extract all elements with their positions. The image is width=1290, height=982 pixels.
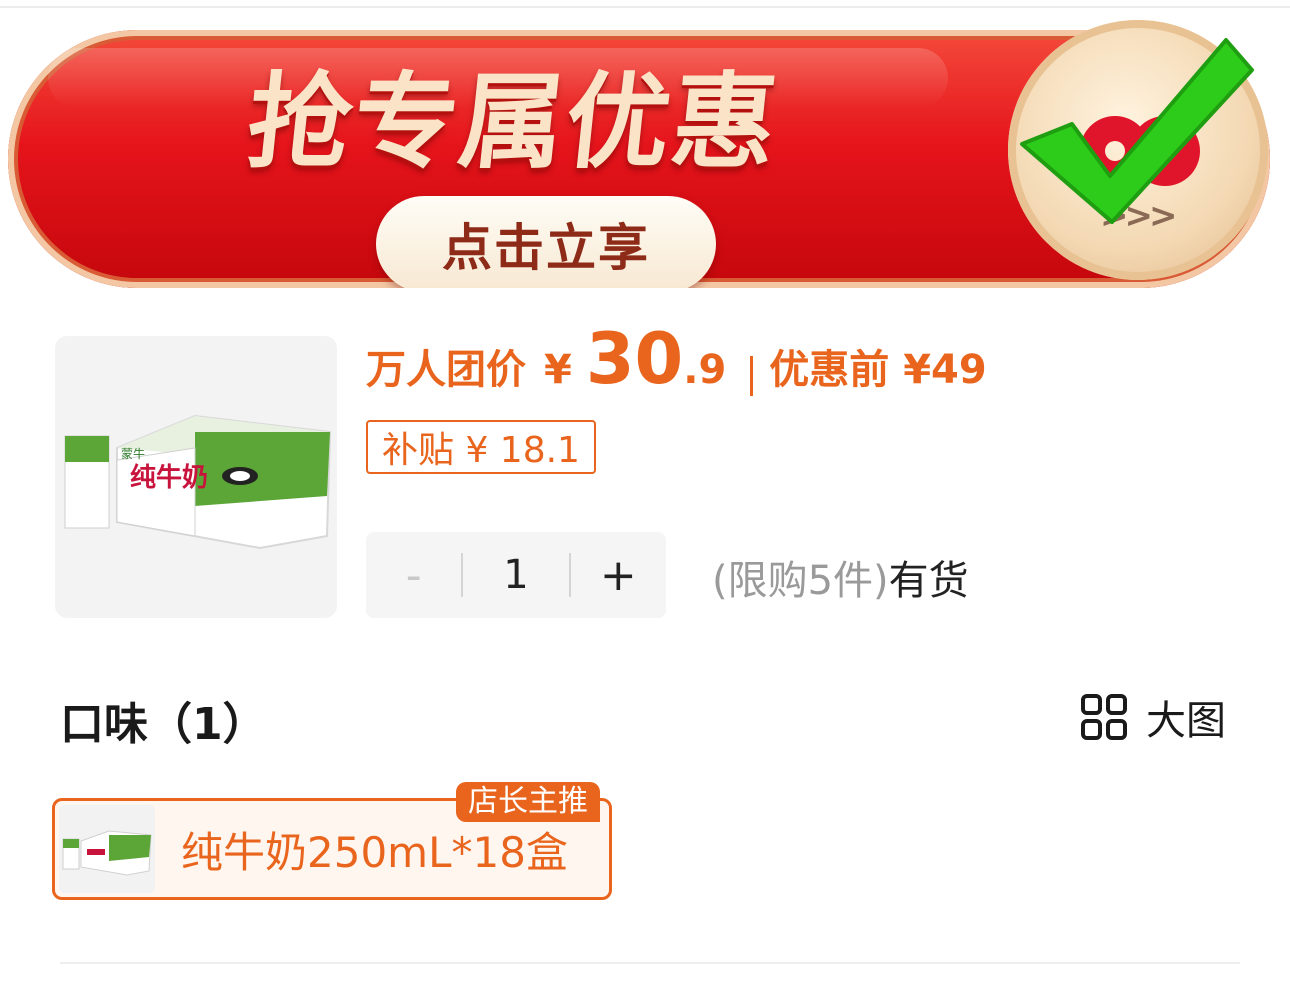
milk-box-image: 纯牛奶 蒙牛 bbox=[64, 414, 332, 550]
group-price-label: 万人团价 bbox=[366, 347, 526, 393]
claim-offer-label: 点击立享 bbox=[442, 219, 650, 277]
option-label: 纯牛奶250mL*18盒 bbox=[181, 828, 568, 877]
stock-status: 有货 bbox=[888, 558, 969, 604]
purchase-limit: (限购5件) bbox=[712, 558, 889, 604]
bottom-divider bbox=[60, 962, 1240, 964]
check-icon bbox=[1020, 38, 1254, 224]
price-decimal: .9 bbox=[683, 347, 727, 393]
price-currency: ¥ bbox=[544, 347, 572, 393]
grid-icon bbox=[1081, 694, 1127, 740]
quantity-value[interactable]: 1 bbox=[463, 552, 568, 598]
claim-offer-button[interactable]: 点击立享 bbox=[376, 196, 716, 288]
increase-button[interactable]: + bbox=[571, 532, 666, 618]
price-integer: 30 bbox=[585, 318, 684, 400]
big-image-label: 大图 bbox=[1146, 698, 1226, 744]
original-price: 优惠前 ¥49 bbox=[769, 347, 987, 393]
subsidy-tag: 补贴 ¥ 18.1 bbox=[366, 420, 596, 474]
product-sku-panel: 抢专属优惠 点击立享 >>> 纯牛奶 蒙牛 万人团价 ¥ 30 .9 优惠前 ¥… bbox=[0, 0, 1290, 982]
banner-title: 抢专属优惠 bbox=[241, 61, 785, 183]
flavor-section-title: 口味（1） bbox=[60, 699, 267, 750]
product-thumbnail[interactable]: 纯牛奶 蒙牛 bbox=[55, 336, 337, 618]
thumb-brand-name: 蒙牛 bbox=[121, 446, 145, 461]
quantity-stepper: - 1 + bbox=[366, 532, 666, 618]
big-image-toggle[interactable]: 大图 bbox=[1080, 690, 1226, 744]
option-milk-image bbox=[59, 805, 155, 893]
thumb-product-name: 纯牛奶 bbox=[130, 462, 208, 493]
price-row: 万人团价 ¥ 30 .9 优惠前 ¥49 bbox=[366, 318, 987, 418]
option-thumbnail bbox=[59, 805, 155, 893]
stock-info: (限购5件)有货 bbox=[712, 548, 969, 606]
decrease-button[interactable]: - bbox=[366, 532, 461, 618]
top-divider bbox=[0, 6, 1290, 8]
price-separator bbox=[750, 356, 754, 396]
recommend-badge: 店长主推 bbox=[456, 782, 600, 822]
